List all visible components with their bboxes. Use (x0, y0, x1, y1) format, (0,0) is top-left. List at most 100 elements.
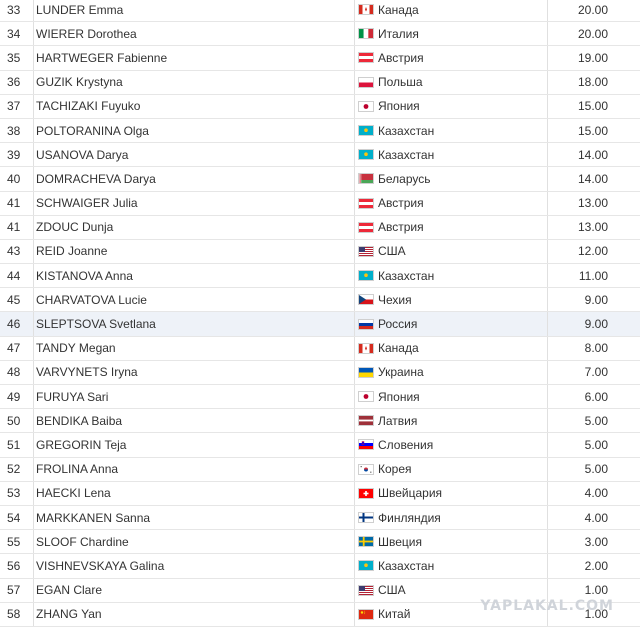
rank-cell: 38 (0, 118, 34, 143)
table-row: 41 SCHWAIGER Julia Австрия 13.00 (0, 191, 640, 216)
table-row: 49 FURUYA Sari Япония 6.00 (0, 385, 640, 410)
country-cell: Швейцария (355, 481, 548, 505)
athlete-name-cell: GUZIK Krystyna (34, 70, 355, 94)
rank-cell: 49 (0, 385, 34, 409)
country-cell: Япония (355, 94, 548, 118)
athlete-name-cell: ZDOUC Dunja (34, 215, 355, 239)
country-name: Беларусь (378, 171, 431, 186)
points-cell: 2.00 (584, 558, 608, 573)
athlete-name-cell: GREGORIN Teja (34, 433, 355, 457)
country-name: Казахстан (378, 268, 435, 283)
points-cell: 4.00 (584, 510, 608, 525)
usa-flag-icon (358, 245, 374, 257)
country-cell: Казахстан (355, 143, 548, 167)
finland-flag-icon (358, 512, 374, 524)
kazakhstan-flag-icon (358, 149, 374, 161)
athlete-name-cell: WIERER Dorothea (34, 22, 355, 46)
athlete-name-cell: TACHIZAKI Fuyuko (34, 94, 355, 118)
country-name: США (378, 244, 406, 259)
table-row: 51 GREGORIN Teja Словения 5.00 (0, 433, 640, 458)
points-cell: 9.00 (584, 292, 608, 307)
rank-cell: 56 (0, 554, 34, 578)
country-name: Канада (378, 2, 419, 17)
table-row: 52 FROLINA Anna Корея 5.00 (0, 457, 640, 482)
country-cell: Беларусь (355, 167, 548, 191)
rank-cell: 44 (0, 264, 34, 288)
canada-flag-icon (358, 342, 374, 354)
rank-cell: 35 (0, 46, 34, 70)
points-cell: 3.00 (584, 534, 608, 549)
rank-cell: 43 (0, 239, 34, 264)
table-row: 37 TACHIZAKI Fuyuko Япония 15.00 (0, 94, 640, 119)
rank-cell: 39 (0, 143, 34, 167)
rank-cell: 53 (0, 481, 34, 505)
points-cell: 14.00 (577, 147, 608, 162)
country-name: Чехия (378, 292, 412, 307)
poland-flag-icon (358, 76, 374, 88)
country-name: Латвия (378, 413, 418, 428)
table-row: 46 SLEPTSOVA Svetlana Россия 9.00 (0, 312, 640, 337)
table-row: 38 POLTORANINA Olga Казахстан 15.00 (0, 118, 640, 144)
athlete-name-cell: SCHWAIGER Julia (34, 191, 355, 215)
athlete-name-cell: VISHNEVSKAYA Galina (34, 554, 355, 578)
rank-cell: 58 (0, 602, 34, 626)
country-cell: Швеция (355, 530, 548, 554)
rank-cell: 55 (0, 530, 34, 554)
rank-cell: 41 (0, 191, 34, 215)
points-cell: 5.00 (584, 413, 608, 428)
table-row: 43 REID Joanne США 12.00 (0, 239, 640, 265)
austria-flag-icon (358, 52, 374, 64)
table-row: 39 USANOVA Darya Казахстан 14.00 (0, 143, 640, 168)
sweden-flag-icon (358, 536, 374, 548)
rank-cell: 54 (0, 505, 34, 530)
country-name: Канада (378, 341, 419, 356)
athlete-name-cell: FURUYA Sari (34, 385, 355, 409)
latvia-flag-icon (358, 415, 374, 427)
country-name: США (378, 583, 406, 598)
czech-flag-icon (358, 294, 374, 306)
country-cell: Япония (355, 385, 548, 409)
standings-table: 33 LUNDER Emma Канада 20.00 34 WIERER Dorothe… (0, 0, 640, 627)
country-cell: Словения (355, 433, 548, 457)
points-cell: 15.00 (577, 99, 608, 114)
country-cell: Корея (355, 457, 548, 481)
country-cell: Италия (355, 22, 548, 46)
points-cell: 8.00 (584, 341, 608, 356)
country-name: Словения (378, 437, 434, 452)
russia-flag-icon (358, 318, 374, 330)
rank-cell: 51 (0, 433, 34, 457)
country-name: Россия (378, 317, 418, 332)
points-cell: 13.00 (577, 220, 608, 235)
rank-cell: 37 (0, 94, 34, 118)
watermark: YAPLAKAL.COM (480, 598, 614, 614)
country-cell: Австрия (355, 215, 548, 239)
rank-cell: 50 (0, 409, 34, 433)
country-cell: Латвия (355, 409, 548, 433)
table-row: 53 HAECKI Lena Швейцария 4.00 (0, 481, 640, 506)
country-name: Италия (378, 26, 419, 41)
country-name: Япония (378, 389, 420, 404)
canada-flag-icon (358, 4, 374, 16)
table-row: 35 HARTWEGER Fabienne Австрия 19.00 (0, 46, 640, 71)
points-cell: 19.00 (577, 50, 608, 65)
rank-cell: 52 (0, 457, 34, 481)
table-row: 41 ZDOUC Dunja Австрия 13.00 (0, 215, 640, 240)
country-cell: Австрия (355, 46, 548, 70)
rank-cell: 33 (0, 0, 34, 22)
points-cell: 9.00 (584, 317, 608, 332)
switzerland-flag-icon (358, 487, 374, 499)
kazakhstan-flag-icon (358, 125, 374, 137)
country-cell: Казахстан (355, 264, 548, 288)
country-cell: Казахстан (355, 118, 548, 143)
points-cell: 4.00 (584, 486, 608, 501)
athlete-name-cell: SLOOF Chardine (34, 530, 355, 554)
rank-cell: 36 (0, 70, 34, 94)
country-name: Япония (378, 99, 420, 114)
points-cell: 14.00 (577, 171, 608, 186)
ukraine-flag-icon (358, 366, 374, 378)
country-cell: Польша (355, 70, 548, 94)
country-cell: Россия (355, 312, 548, 336)
athlete-name-cell: ZHANG Yan (34, 602, 355, 626)
rank-cell: 48 (0, 360, 34, 384)
austria-flag-icon (358, 221, 374, 233)
